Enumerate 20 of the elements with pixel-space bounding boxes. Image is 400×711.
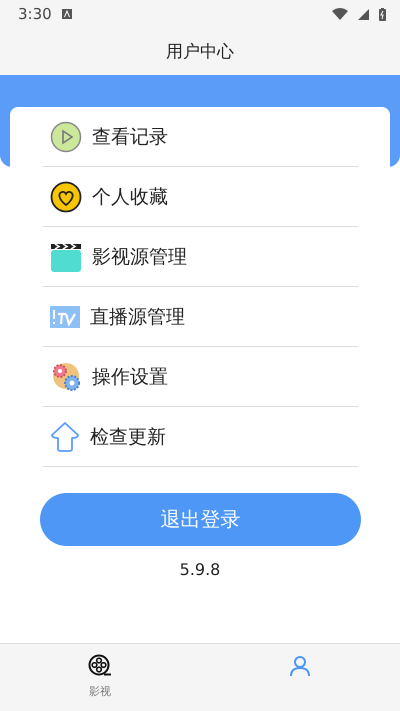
status-time: 3:30 — [18, 5, 52, 23]
tv-icon — [50, 306, 80, 328]
version-text: 5.9.8 — [180, 560, 220, 579]
up-arrow-icon — [50, 420, 80, 452]
play-icon — [50, 120, 82, 152]
menu-item[interactable]: 直播源管理 — [43, 287, 358, 347]
battery-icon — [379, 8, 386, 20]
menu-item[interactable]: 操作设置 — [43, 347, 358, 407]
user-icon — [288, 654, 312, 678]
nav-tab[interactable]: 影视 — [0, 644, 200, 711]
menu-item[interactable]: 查看记录 — [43, 107, 358, 167]
gears-icon — [50, 360, 82, 392]
menu-item[interactable]: 影视源管理 — [43, 227, 358, 287]
page-title: 用户中心 — [166, 41, 234, 63]
notification-icon — [62, 9, 72, 19]
film-reel-icon — [88, 654, 112, 678]
menu-item[interactable]: 检查更新 — [43, 407, 358, 467]
wifi-icon — [332, 8, 348, 20]
signal-icon — [358, 8, 369, 20]
menu-item[interactable]: 个人收藏 — [43, 167, 358, 227]
